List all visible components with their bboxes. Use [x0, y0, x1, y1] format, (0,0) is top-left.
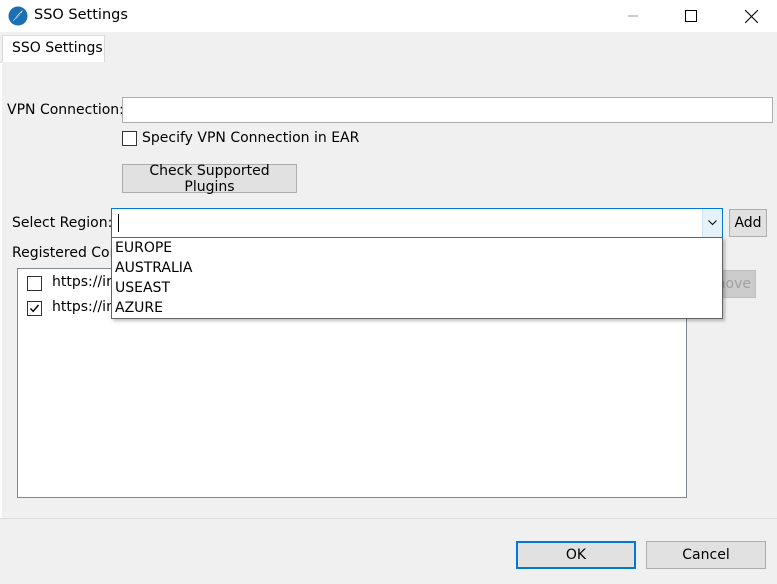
window-title: SSO Settings: [34, 7, 128, 23]
list-item-checkbox[interactable]: [27, 301, 42, 316]
minimize-button[interactable]: [610, 0, 656, 32]
select-region-label: Select Region:: [12, 215, 113, 231]
vpn-connection-input[interactable]: [122, 97, 773, 123]
list-item-url: https://in: [52, 299, 115, 315]
check-plugins-button[interactable]: Check Supported Plugins: [122, 163, 297, 195]
region-dropdown-list: EUROPE AUSTRALIA USEAST AZURE: [111, 237, 723, 319]
vpn-connection-label: VPN Connection:: [7, 102, 124, 118]
minimize-icon: [628, 15, 638, 17]
region-combobox[interactable]: [111, 208, 723, 238]
maximize-icon: [685, 10, 697, 22]
specify-vpn-checkbox[interactable]: [122, 131, 137, 146]
registered-connections-label: Registered Con: [12, 245, 119, 261]
chevron-down-icon: [708, 220, 717, 226]
region-dropdown-toggle[interactable]: [702, 209, 722, 237]
close-icon: [744, 9, 758, 23]
text-caret: [118, 214, 119, 232]
region-option-australia[interactable]: AUSTRALIA: [115, 258, 193, 278]
app-feather-icon: [8, 6, 28, 26]
add-button[interactable]: Add: [729, 209, 767, 237]
close-button[interactable]: [728, 0, 774, 32]
tab-strip: [0, 32, 777, 63]
region-option-useast[interactable]: USEAST: [115, 278, 170, 298]
title-bar: SSO Settings: [0, 0, 777, 32]
region-option-europe[interactable]: EUROPE: [115, 238, 172, 258]
list-item-url: https://in: [52, 274, 115, 290]
region-option-azure[interactable]: AZURE: [115, 298, 163, 318]
ok-button[interactable]: OK: [516, 541, 636, 569]
list-item-checkbox[interactable]: [27, 276, 42, 291]
cancel-button[interactable]: Cancel: [646, 541, 766, 569]
maximize-button[interactable]: [668, 0, 714, 32]
checkmark-icon: [29, 304, 40, 313]
tab-sso-settings[interactable]: SSO Settings: [2, 35, 105, 62]
specify-vpn-label: Specify VPN Connection in EAR: [142, 130, 360, 146]
